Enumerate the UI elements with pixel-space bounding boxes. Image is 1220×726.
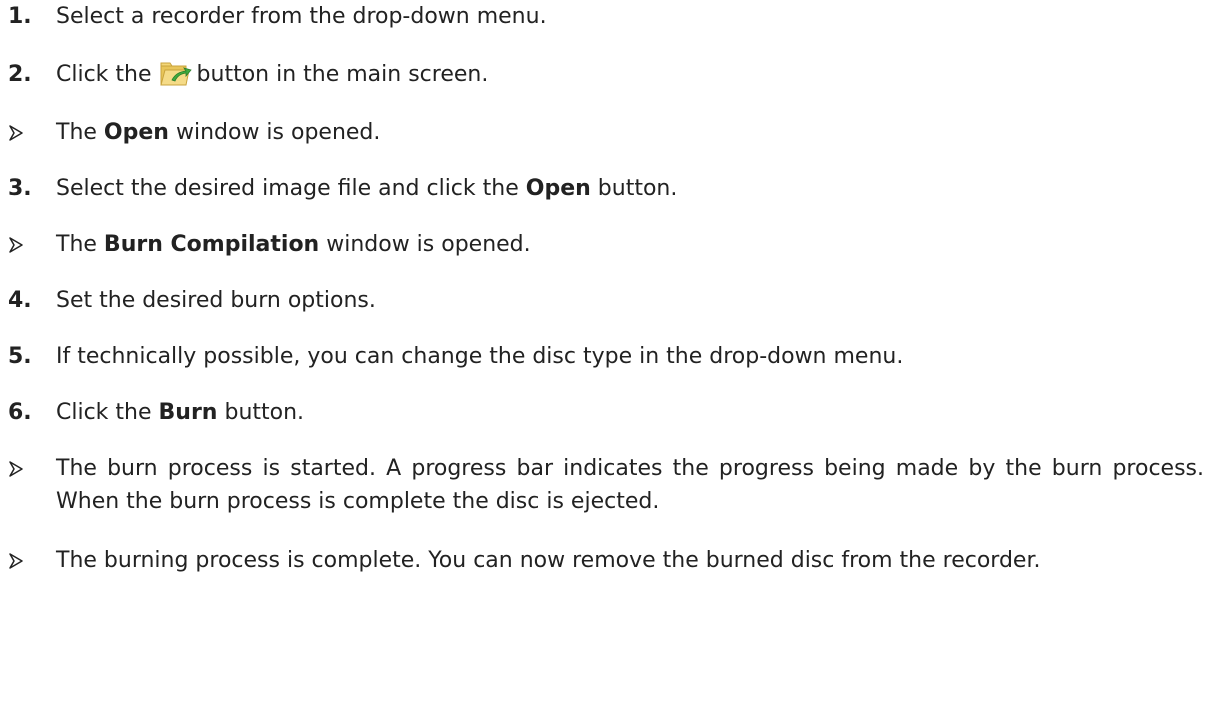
- step-number: 2.: [8, 62, 32, 87]
- arrow-bullet-icon: [9, 125, 23, 141]
- step-3: 3. Select the desired image file and cli…: [8, 172, 1204, 205]
- result-1: The Open window is opened.: [8, 116, 1204, 149]
- folder-burn-icon: [158, 58, 192, 88]
- result-2: The Burn Compilation window is opened.: [8, 228, 1204, 261]
- step-text: Click the Burn button.: [56, 400, 305, 425]
- step-number: 6.: [8, 400, 32, 425]
- step-2: 2. Click the button in the main screen.: [8, 58, 1204, 91]
- step-number: 3.: [8, 176, 32, 201]
- step-number: 1.: [8, 4, 32, 29]
- result-text: The burn process is started. A progress …: [56, 456, 1204, 514]
- step-text: Select a recorder from the drop-down men…: [56, 4, 547, 29]
- arrow-bullet-icon: [9, 461, 23, 477]
- step-4: 4. Set the desired burn options.: [8, 284, 1204, 317]
- arrow-bullet-icon: [9, 237, 23, 253]
- step-1: 1. Select a recorder from the drop-down …: [8, 0, 1204, 33]
- step-text: Click the button in the main screen.: [56, 58, 1204, 91]
- step-text: If technically possible, you can change …: [56, 344, 904, 369]
- step-text: Set the desired burn options.: [56, 288, 376, 313]
- step-number: 5.: [8, 344, 32, 369]
- result-3: The burn process is started. A progress …: [8, 452, 1204, 518]
- result-text: The burning process is complete. You can…: [56, 548, 1041, 573]
- step-6: 6. Click the Burn button.: [8, 396, 1204, 429]
- result-4: The burning process is complete. You can…: [8, 544, 1204, 577]
- result-text: The Open window is opened.: [56, 120, 381, 145]
- instruction-document: 1. Select a recorder from the drop-down …: [0, 0, 1220, 726]
- step-5: 5. If technically possible, you can chan…: [8, 340, 1204, 373]
- step-number: 4.: [8, 288, 32, 313]
- result-text: The Burn Compilation window is opened.: [56, 232, 531, 257]
- step-text: Select the desired image file and click …: [56, 176, 678, 201]
- arrow-bullet-icon: [9, 553, 23, 569]
